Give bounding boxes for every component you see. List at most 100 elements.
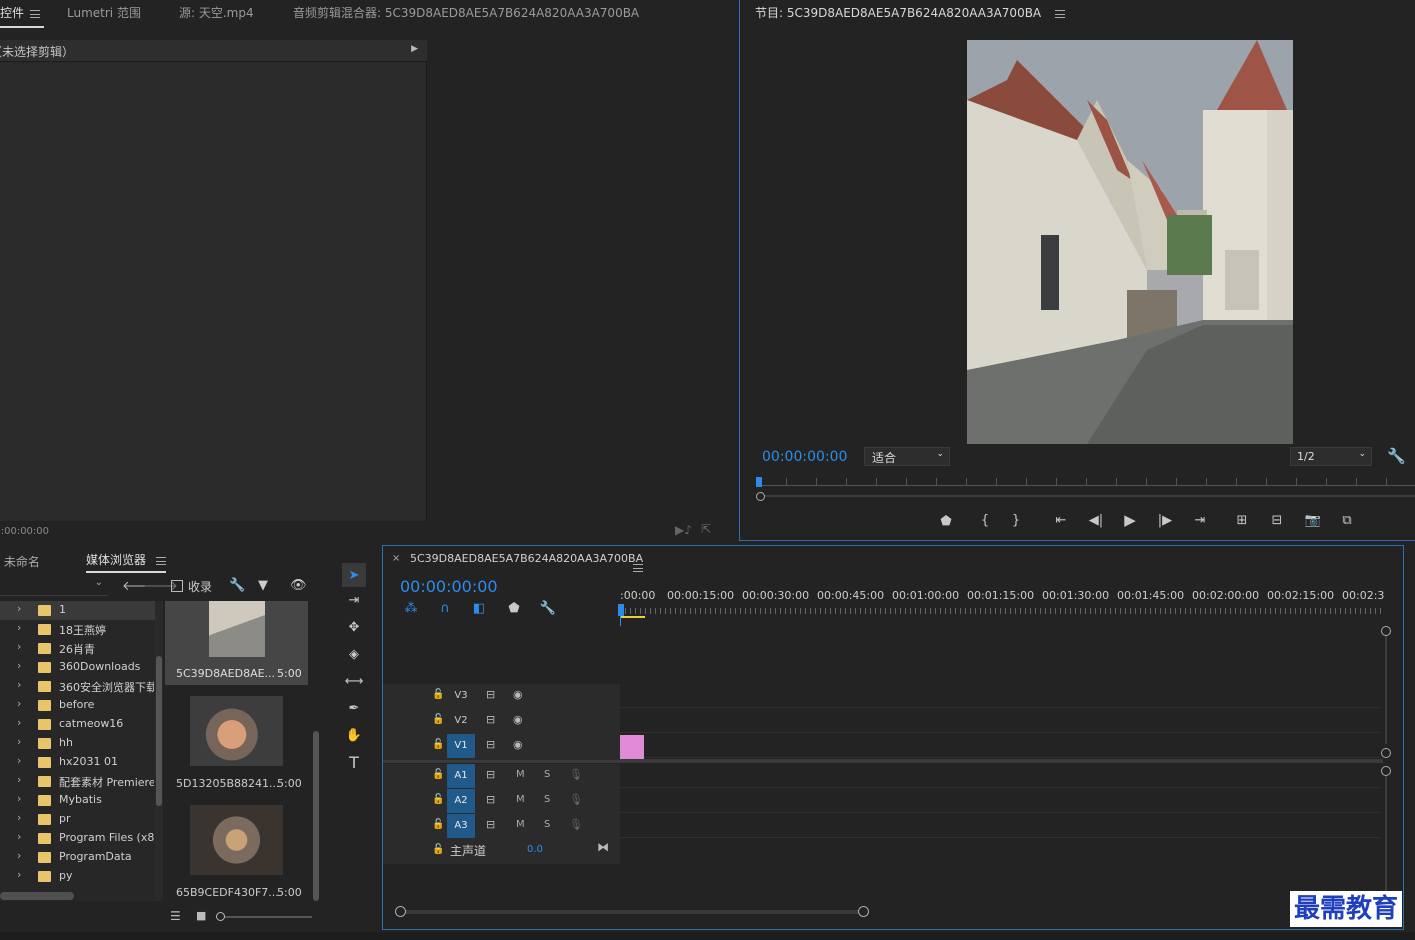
sync-lock-icon[interactable]: ⊟ (486, 818, 495, 831)
folder-item[interactable]: › 360Downloads (0, 658, 155, 677)
track-label-v2[interactable]: V2 (447, 709, 475, 733)
grid-scroll-thumb[interactable] (313, 731, 319, 901)
program-playhead-timecode[interactable]: 00:00:00:00 (762, 449, 847, 465)
media-thumbnail[interactable]: 5D13205B88241... 5:00 (165, 691, 308, 796)
chevron-right-icon[interactable]: › (17, 716, 21, 729)
razor-tool-icon[interactable]: ◈ (345, 645, 363, 663)
sync-lock-icon[interactable]: ⊟ (486, 713, 495, 726)
chevron-right-icon[interactable]: › (17, 868, 21, 881)
folder-item[interactable]: › before (0, 696, 155, 715)
go-to-end-icon[interactable]: ⧓ (597, 840, 609, 854)
sync-lock-icon[interactable]: ⊟ (486, 768, 495, 781)
scroll-handle-bottom[interactable] (1381, 748, 1391, 758)
chevron-right-icon[interactable]: › (17, 773, 21, 786)
folder-item[interactable]: › hh (0, 734, 155, 753)
tab-effect-controls[interactable]: 控件 (0, 0, 45, 28)
chevron-right-icon[interactable]: › (17, 811, 21, 824)
folder-item[interactable]: › 26肖青 (0, 639, 155, 658)
panel-menu-icon[interactable] (156, 556, 167, 565)
slider-handle[interactable] (216, 912, 225, 921)
lock-icon[interactable]: 🔓 (432, 769, 444, 780)
folder-item[interactable]: › 360安全浏览器下载 (0, 677, 155, 696)
location-dropdown[interactable]: ⌄ (0, 576, 108, 596)
program-scrub-bar[interactable] (756, 475, 1415, 491)
chevron-right-icon[interactable]: › (17, 678, 21, 691)
fit-dropdown[interactable]: 适合 ⌄ (864, 447, 950, 466)
play-icon[interactable]: ▶ (1121, 511, 1139, 529)
folder-item[interactable]: › ProgramData (0, 848, 155, 867)
folder-item[interactable]: ›Program Files (x86) (0, 829, 155, 848)
scroll-handle-top[interactable] (1381, 626, 1391, 636)
step-forward-icon[interactable]: |▶ (1156, 511, 1174, 529)
chevron-right-icon[interactable]: › (17, 697, 21, 710)
tab-audio-clip-mixer[interactable]: 音频剪辑混合器: 5C39D8AED8AE5A7B624A820AA3A700B… (293, 0, 639, 28)
track-label-a2[interactable]: A2 (447, 789, 475, 813)
program-zoom-bar[interactable] (756, 492, 1415, 501)
view-icon[interactable]: 👁 (290, 578, 307, 593)
close-icon[interactable]: × (392, 553, 400, 564)
panel-menu-icon[interactable] (1055, 9, 1066, 18)
track-a2-lane[interactable] (620, 789, 1380, 813)
timeline-timecode[interactable]: 00:00:00:00 (400, 577, 498, 596)
solo-button[interactable]: S (544, 769, 550, 780)
chevron-right-icon[interactable]: › (17, 621, 21, 634)
folder-item[interactable]: › 1 (0, 601, 155, 620)
settings-wrench-icon[interactable]: 🔧 (229, 578, 245, 593)
extract-icon[interactable]: ⊟ (1268, 511, 1286, 529)
nest-icon[interactable]: ⁂ (402, 599, 420, 617)
lock-icon[interactable]: 🔓 (432, 819, 444, 830)
zoom-handle-left[interactable] (395, 906, 406, 917)
folder-item[interactable]: › hx2031 01 (0, 753, 155, 772)
eye-icon[interactable]: ◉ (513, 738, 523, 751)
selection-tool-icon[interactable]: ➤ (342, 563, 366, 587)
snap-magnet-icon[interactable]: ∩ (436, 599, 454, 617)
timeline-ruler[interactable]: :00:00 00:00:15:00 00:00:30:00 00:00:45:… (620, 586, 1384, 620)
mark-in-icon[interactable]: { (976, 511, 994, 529)
track-label-a3[interactable]: A3 (447, 814, 475, 838)
lock-icon[interactable]: 🔓 (432, 844, 444, 855)
sync-lock-icon[interactable]: ⊟ (486, 688, 495, 701)
tab-source[interactable]: 源: 天空.mp4 (179, 0, 254, 28)
lock-icon[interactable]: 🔓 (432, 689, 444, 700)
add-marker-icon[interactable]: ⬟ (937, 512, 955, 530)
track-label-v1[interactable]: V1 (447, 734, 475, 758)
chevron-right-icon[interactable]: › (17, 849, 21, 862)
add-marker-icon[interactable]: ⬟ (505, 599, 523, 617)
pen-tool-icon[interactable]: ✒ (345, 699, 363, 717)
eye-icon[interactable]: ◉ (513, 713, 523, 726)
chevron-right-icon[interactable]: › (17, 735, 21, 748)
media-thumbnail[interactable]: 65B9CEDF430F7... 5:00 (165, 801, 308, 901)
go-to-out-icon[interactable]: ⇥ (1191, 511, 1209, 529)
track-v1-lane[interactable] (620, 734, 1380, 758)
track-label-v3[interactable]: V3 (447, 684, 475, 708)
go-to-in-icon[interactable]: ⇤ (1052, 511, 1070, 529)
list-view-icon[interactable]: ☰ (170, 909, 181, 923)
folder-item[interactable]: › 18王燕婷 (0, 620, 155, 639)
lock-icon[interactable]: 🔓 (432, 739, 444, 750)
folder-item[interactable]: › 配套素材 Premiere (0, 772, 155, 791)
zoom-handle[interactable] (756, 492, 765, 501)
track-a3-lane[interactable] (620, 814, 1380, 838)
linked-selection-icon[interactable]: ◧ (470, 599, 488, 617)
tree-hscrollbar[interactable] (0, 892, 74, 900)
settings-wrench-icon[interactable]: 🔧 (1387, 447, 1406, 465)
video-vertical-scrollbar[interactable] (1381, 626, 1391, 758)
master-volume-value[interactable]: 0.0 (527, 844, 543, 855)
chevron-right-icon[interactable]: › (17, 640, 21, 653)
grid-scrollbar[interactable] (312, 601, 320, 901)
media-thumbnail[interactable]: 5C39D8AED8AE... 5:00 (165, 601, 308, 685)
tab-program[interactable]: 节目: 5C39D8AED8AE5A7B624A820AA3A700BA (755, 0, 1066, 28)
video-clip[interactable] (620, 735, 644, 759)
track-label-a1[interactable]: A1 (447, 764, 475, 788)
mute-button[interactable]: M (516, 769, 525, 780)
lift-icon[interactable]: ⊞ (1233, 511, 1251, 529)
tree-scroll-thumb[interactable] (156, 656, 162, 806)
solo-button[interactable]: S (544, 794, 550, 805)
folder-item[interactable]: › catmeow16 (0, 715, 155, 734)
chevron-right-icon[interactable]: › (17, 659, 21, 672)
mark-out-icon[interactable]: } (1007, 511, 1025, 529)
ripple-edit-tool-icon[interactable]: ✥ (345, 618, 363, 636)
chevron-right-icon[interactable]: › (17, 830, 21, 843)
tree-scrollbar[interactable] (155, 601, 163, 901)
resolution-dropdown[interactable]: 1/2 ⌄ (1290, 447, 1372, 466)
